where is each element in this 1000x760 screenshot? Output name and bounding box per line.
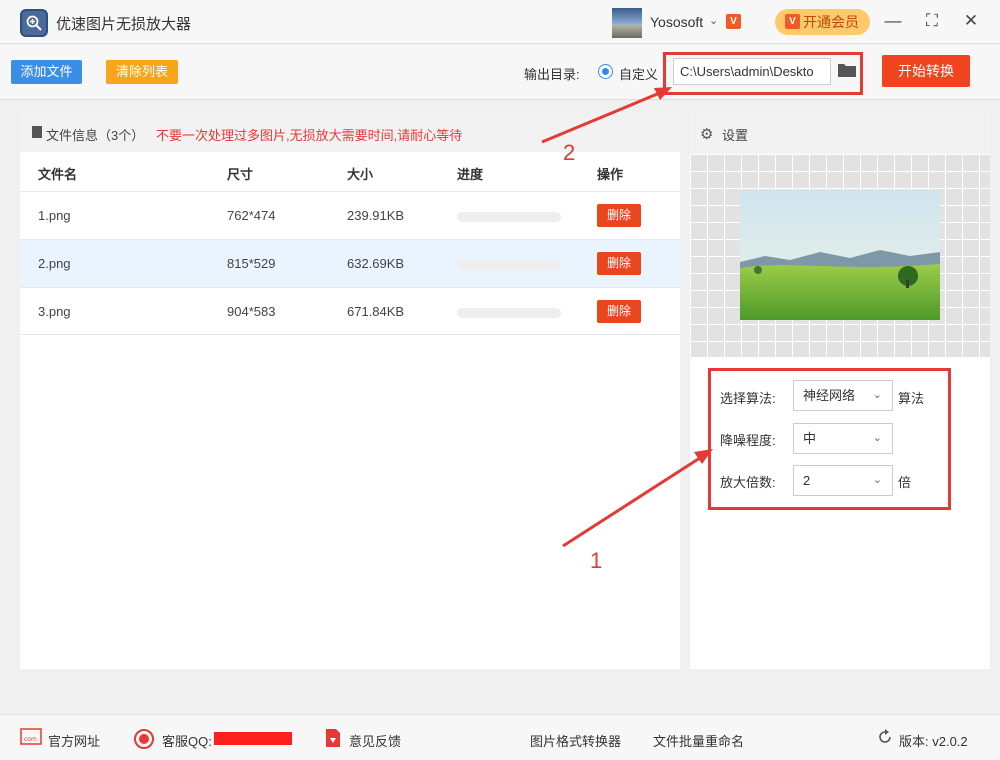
annotation-arrows xyxy=(541,87,713,548)
website-link[interactable]: 官方网址 xyxy=(48,731,100,750)
qq-label[interactable]: 客服QQ: xyxy=(162,731,212,750)
annotation-number-2: 2 xyxy=(563,140,576,165)
redacted-qq-number xyxy=(214,732,292,745)
feedback-icon xyxy=(324,728,342,751)
footer: com 官方网址 客服QQ: 意见反馈 图片格式转换器 文件批量重命名 版本: … xyxy=(0,714,1000,760)
svg-text:com: com xyxy=(24,736,37,743)
annotation-number-1: 1 xyxy=(590,548,603,573)
customer-service-icon xyxy=(132,728,156,753)
refresh-icon xyxy=(877,729,893,748)
feedback-link[interactable]: 意见反馈 xyxy=(349,731,401,750)
version-label: 版本: v2.0.2 xyxy=(899,734,968,749)
batch-rename-link[interactable]: 文件批量重命名 xyxy=(653,731,744,750)
website-icon: com xyxy=(20,728,42,749)
format-converter-link[interactable]: 图片格式转换器 xyxy=(530,731,621,750)
